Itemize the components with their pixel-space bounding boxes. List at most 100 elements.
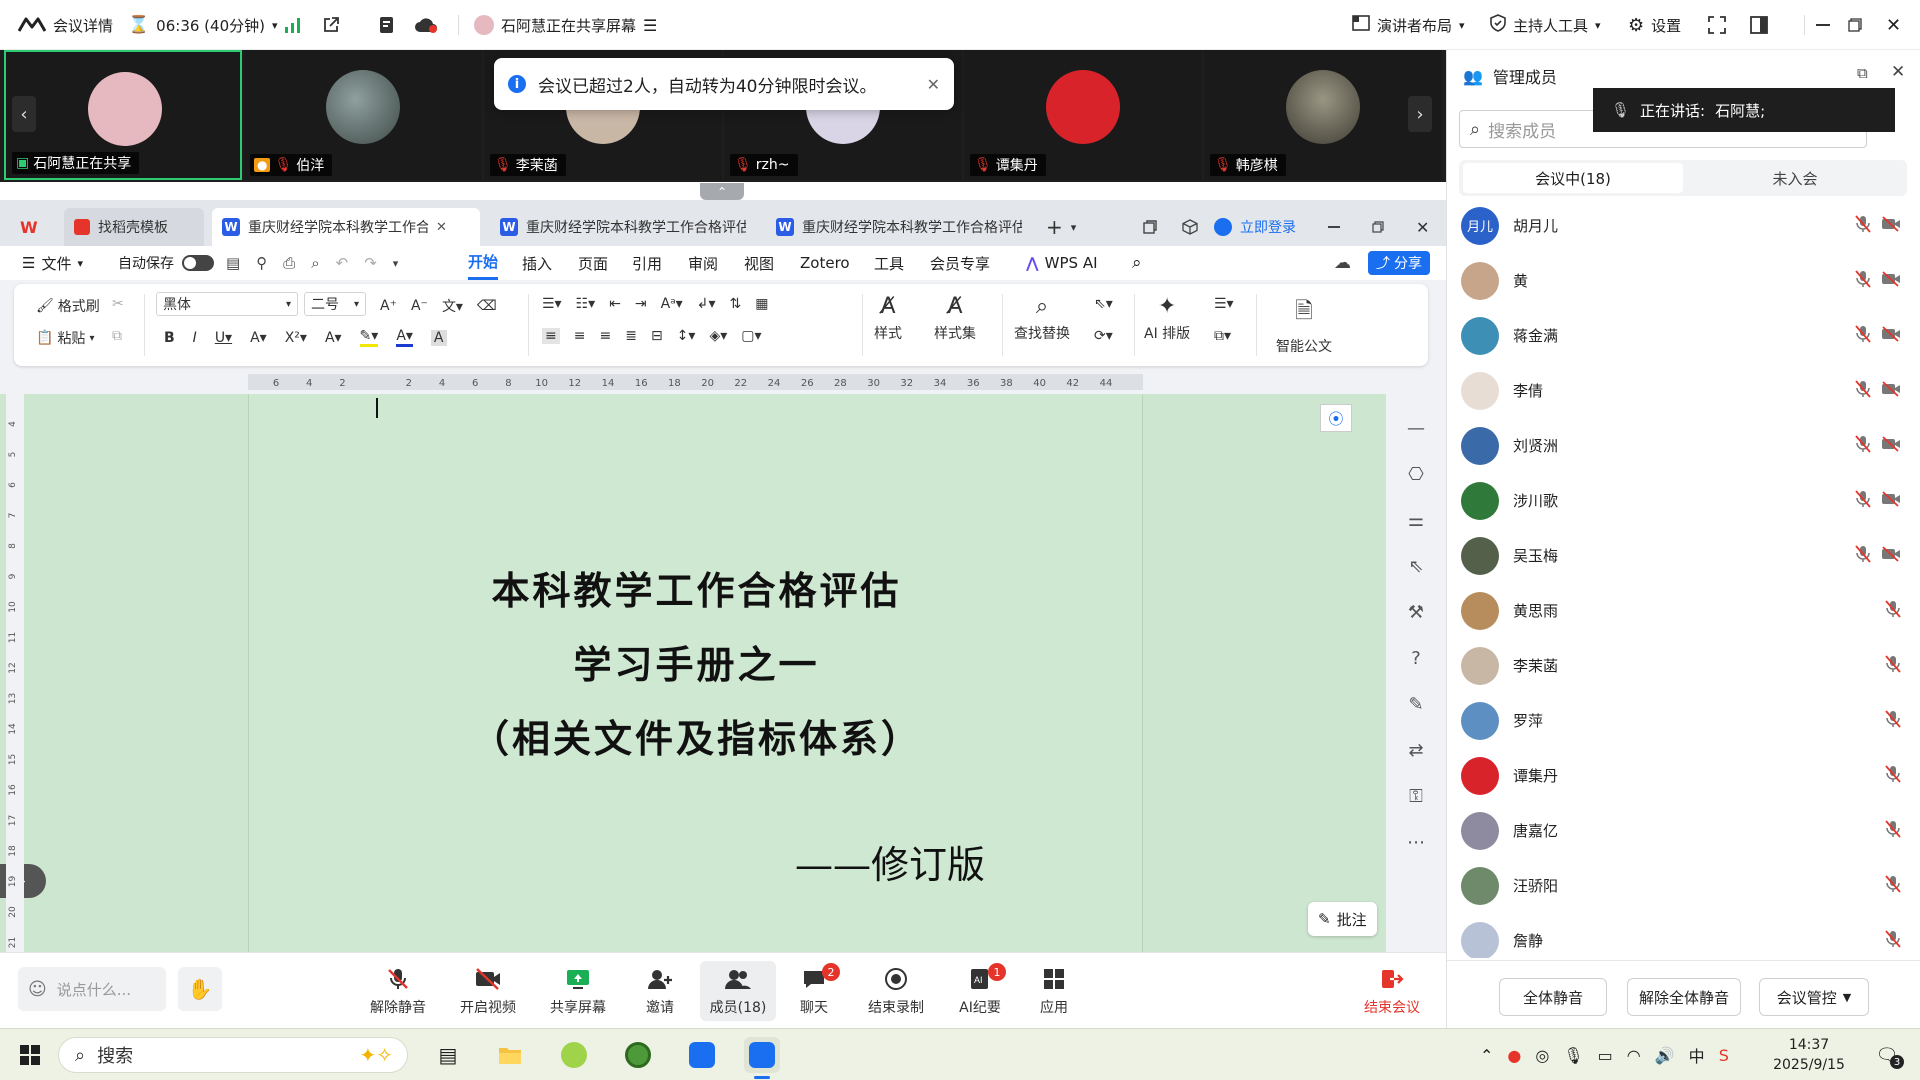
decrease-indent-icon[interactable]: ⇤	[609, 296, 621, 312]
presenter-layout-button[interactable]: 演讲者布局 ▾	[1352, 0, 1465, 50]
collapse-icon[interactable]: —	[1404, 416, 1428, 440]
underline-icon[interactable]: U▾	[215, 330, 232, 346]
popout-icon[interactable]: ⧉	[1857, 64, 1868, 82]
meeting-details-button[interactable]: 会议详情	[18, 0, 113, 50]
tray-app-icon[interactable]: ●	[1507, 1046, 1521, 1065]
unmute-all-button[interactable]: 解除全体静音	[1627, 978, 1741, 1016]
save-icon[interactable]: ▤	[226, 254, 240, 272]
member-row[interactable]: 刘贤洲	[1461, 418, 1901, 473]
invite-button[interactable]: 邀请	[624, 961, 696, 1021]
numbered-list-icon[interactable]: ☷▾	[576, 296, 596, 312]
member-row[interactable]: 蒋金满	[1461, 308, 1901, 363]
close-icon[interactable]: ✕	[436, 220, 447, 235]
member-row[interactable]: 吴玉梅	[1461, 528, 1901, 583]
file-menu[interactable]: ☰ 文件 ▾	[22, 246, 83, 280]
open-external-icon[interactable]	[322, 0, 340, 50]
print-preview-icon[interactable]: ⌕	[311, 254, 319, 272]
shrink-font-icon[interactable]: A⁻	[411, 298, 428, 314]
redo-icon[interactable]: ↷	[364, 254, 377, 272]
mic-off-icon[interactable]	[1885, 874, 1901, 897]
styles-button[interactable]: A̸ 样式	[874, 294, 902, 343]
find-replace-button[interactable]: ⌕ 查找替换	[1014, 294, 1070, 343]
text-direction-icon[interactable]: Aᵃ▾	[661, 296, 683, 312]
apps-button[interactable]: 应用	[1018, 961, 1090, 1021]
highlight-icon[interactable]: ✎▾	[359, 328, 379, 347]
distribute-icon[interactable]: ⊟	[651, 328, 663, 344]
close-icon[interactable]: ✕	[927, 75, 940, 94]
menu-tab-insert[interactable]: 插入	[522, 246, 552, 280]
tab-template[interactable]: 找稻壳模板	[64, 208, 204, 246]
style-set-button[interactable]: A̸ 样式集	[934, 294, 976, 343]
chat-button[interactable]: 聊天 2	[778, 961, 850, 1021]
shapes-icon[interactable]: ⧉▾	[1214, 328, 1231, 344]
login-button[interactable]: 立即登录	[1204, 208, 1306, 246]
share-button[interactable]: ⤴ 分享	[1368, 251, 1430, 275]
clear-format-icon[interactable]: ⌫	[477, 298, 497, 314]
mic-off-icon[interactable]	[1885, 819, 1901, 842]
sort-icon[interactable]: ⇅	[729, 296, 741, 312]
member-row[interactable]: 涉川歌	[1461, 473, 1901, 528]
settings-button[interactable]: ⚙ 设置	[1628, 0, 1681, 50]
adjust-icon[interactable]: ⚌	[1404, 508, 1428, 532]
mic-off-icon[interactable]	[1885, 599, 1901, 622]
mic-off-icon[interactable]	[1855, 379, 1871, 402]
align-right-icon[interactable]: ≡	[599, 328, 611, 344]
search-icon[interactable]: ⌕	[1132, 246, 1142, 280]
strip-next-button[interactable]: ›	[1408, 96, 1432, 132]
document-canvas[interactable]: 本科教学工作合格评估 学习手册之一 （相关文件及指标体系） ——修订版 ⦿ ✎ …	[0, 394, 1446, 952]
close-icon[interactable]: ✕	[1406, 208, 1439, 246]
video-tile[interactable]: 🎙 谭集丹	[964, 50, 1202, 180]
strikethrough-icon[interactable]: A▾	[250, 330, 267, 346]
char-shading-icon[interactable]: A	[430, 329, 447, 346]
chevron-up-icon[interactable]: ⌃	[1480, 1046, 1493, 1065]
align-left-icon[interactable]: ≡	[542, 328, 560, 344]
tab-document[interactable]: W 重庆财经学院本科教学工作合格评估	[766, 208, 1034, 246]
menu-tab-member[interactable]: 会员专享	[930, 246, 990, 280]
mic-off-icon[interactable]	[1855, 269, 1871, 292]
member-row[interactable]: 黄思雨	[1461, 583, 1901, 638]
tab-not-joined[interactable]: 未入会	[1685, 163, 1905, 193]
member-row[interactable]: 詹静	[1461, 913, 1901, 958]
menu-tab-tools[interactable]: 工具	[874, 246, 904, 280]
member-row[interactable]: 李茉菡	[1461, 638, 1901, 693]
members-button[interactable]: 成员(18)	[700, 961, 776, 1021]
video-tile[interactable]: ● 🎙 伯洋	[244, 50, 482, 180]
new-tab-button[interactable]: + ▾	[1036, 208, 1086, 246]
network-signal-icon[interactable]	[284, 0, 302, 50]
member-row[interactable]: 黄	[1461, 253, 1901, 308]
document-page[interactable]: 本科教学工作合格评估 学习手册之一 （相关文件及指标体系） ——修订版	[248, 394, 1143, 952]
menu-tab-references[interactable]: 引用	[632, 246, 662, 280]
camera-off-icon[interactable]	[1881, 490, 1901, 511]
windows-start-icon[interactable]	[12, 1037, 48, 1073]
meeting-timer[interactable]: ⌛ 06:36 (40分钟) ▾	[128, 0, 278, 50]
camera-off-icon[interactable]	[1881, 270, 1901, 291]
toggle-switch[interactable]	[182, 255, 214, 271]
end-meeting-button[interactable]: 结束会议	[1356, 961, 1428, 1021]
mic-off-icon[interactable]	[1885, 764, 1901, 787]
meeting-control-button[interactable]: 会议管控 ▼	[1759, 978, 1869, 1016]
battery-icon[interactable]: ▭	[1598, 1046, 1613, 1065]
app-icon[interactable]	[620, 1037, 656, 1073]
strip-prev-button[interactable]: ‹	[12, 96, 36, 132]
sharing-status[interactable]: 石阿慧正在共享屏幕 ☰	[474, 0, 657, 50]
fullscreen-icon[interactable]	[1708, 0, 1726, 50]
menu-tab-page[interactable]: 页面	[578, 246, 608, 280]
member-row[interactable]: 罗萍	[1461, 693, 1901, 748]
app-icon[interactable]	[556, 1037, 592, 1073]
member-row[interactable]: 月儿 胡月儿	[1461, 198, 1901, 253]
tab-document[interactable]: W 重庆财经学院本科教学工作合格评估	[490, 208, 758, 246]
mic-icon[interactable]: 🎙	[1563, 1046, 1583, 1065]
menu-tab-review[interactable]: 审阅	[688, 246, 718, 280]
text-effect-icon[interactable]: A▾	[325, 330, 342, 346]
share-screen-button[interactable]: 共享屏幕	[542, 961, 614, 1021]
table-border-icon[interactable]: ▦	[755, 296, 768, 312]
help-icon[interactable]: ?	[1404, 646, 1428, 670]
font-size-select[interactable]: 二号 ▾	[304, 292, 366, 316]
ai-notes-button[interactable]: AI AI纪要 1	[944, 961, 1016, 1021]
align-center-icon[interactable]: ≡	[574, 328, 586, 344]
cut-icon[interactable]: ✂	[112, 296, 124, 312]
copy-icon[interactable]: ⧉	[112, 328, 122, 344]
emoji-icon[interactable]: ☺	[28, 979, 47, 1000]
host-tools-button[interactable]: 主持人工具 ▾	[1490, 0, 1601, 50]
video-tile[interactable]: ▣ 石阿慧正在共享	[4, 50, 242, 180]
